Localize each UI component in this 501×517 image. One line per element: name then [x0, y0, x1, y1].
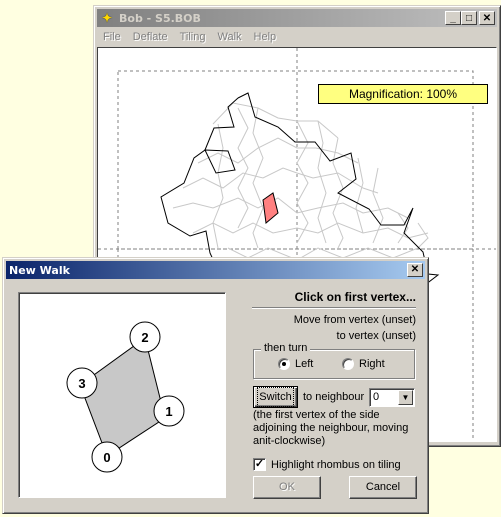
- menu-walk[interactable]: Walk: [211, 31, 247, 43]
- neighbour-value: 0: [373, 391, 380, 403]
- menu-tiling[interactable]: Tiling: [174, 31, 212, 43]
- to-neighbour-label: to neighbour: [303, 391, 365, 403]
- preview-rhombus: [79, 337, 166, 457]
- vertex-label-2: 2: [141, 330, 148, 345]
- menu-bar: File Deflate Tiling Walk Help: [97, 28, 282, 46]
- new-walk-dialog: New Walk ✕ 0 1 2 3 Click on first vertex…: [2, 257, 429, 514]
- turn-left-label: Left: [295, 358, 314, 370]
- highlighted-rhombus: [262, 192, 279, 224]
- dialog-title-bar[interactable]: New Walk ✕: [6, 261, 425, 279]
- chevron-down-icon[interactable]: ▼: [398, 390, 413, 405]
- maximize-icon: □: [465, 13, 473, 24]
- move-from-text: Move from vertex (unset): [293, 314, 416, 326]
- minimize-icon: _: [450, 13, 456, 24]
- heading-separator: [252, 307, 416, 309]
- turn-legend: then turn: [261, 342, 311, 354]
- turn-left-radio[interactable]: Left: [278, 358, 313, 370]
- bob-app-icon: ✦: [101, 11, 113, 25]
- magnification-indicator: Magnification: 100%: [318, 84, 488, 104]
- maximize-button[interactable]: □: [461, 11, 477, 25]
- rhombus-diagram: 0 1 2 3: [66, 321, 185, 473]
- ok-button[interactable]: OK: [253, 476, 321, 499]
- cancel-label: Cancel: [365, 481, 401, 493]
- turn-right-label: Right: [359, 358, 385, 370]
- minimize-button[interactable]: _: [445, 11, 461, 25]
- move-to-text: to vertex (unset): [336, 330, 416, 342]
- highlight-label: Highlight rhombus on tiling: [271, 458, 401, 471]
- close-button[interactable]: ✕: [479, 11, 495, 25]
- checkmark-icon: ✓: [253, 458, 266, 471]
- menu-deflate[interactable]: Deflate: [127, 31, 174, 43]
- highlight-checkbox[interactable]: ✓ Highlight rhombus on tiling: [253, 458, 401, 471]
- neighbour-note: (the first vertex of the side adjoining …: [253, 409, 409, 447]
- instruction-heading: Click on first vertex...: [294, 290, 416, 304]
- menu-help[interactable]: Help: [248, 31, 283, 43]
- tiling-interior: [172, 102, 429, 261]
- turn-right-radio[interactable]: Right: [342, 358, 385, 370]
- radio-checked-icon: [278, 358, 290, 370]
- main-title-bar[interactable]: ✦ Bob - S5.BOB _ □ ✕: [97, 9, 497, 27]
- rhombus-preview[interactable]: 0 1 2 3: [18, 292, 226, 498]
- menu-file[interactable]: File: [97, 31, 127, 43]
- turn-groupbox: then turn Left Right: [253, 342, 415, 379]
- vertex-label-0: 0: [103, 450, 110, 465]
- ok-label: OK: [279, 481, 295, 493]
- close-icon: ✕: [482, 13, 492, 24]
- vertex-label-1: 1: [165, 404, 172, 419]
- dialog-close-button[interactable]: ✕: [407, 263, 423, 277]
- switch-label: Switch: [257, 387, 294, 407]
- close-icon: ✕: [410, 264, 420, 275]
- radio-unchecked-icon: [342, 358, 354, 370]
- vertex-label-3: 3: [78, 376, 85, 391]
- dialog-title: New Walk: [9, 263, 70, 277]
- cancel-button[interactable]: Cancel: [349, 476, 417, 499]
- switch-button[interactable]: Switch: [253, 386, 298, 408]
- neighbour-select[interactable]: 0 ▼: [369, 388, 415, 407]
- window-title: Bob - S5.BOB: [119, 11, 201, 25]
